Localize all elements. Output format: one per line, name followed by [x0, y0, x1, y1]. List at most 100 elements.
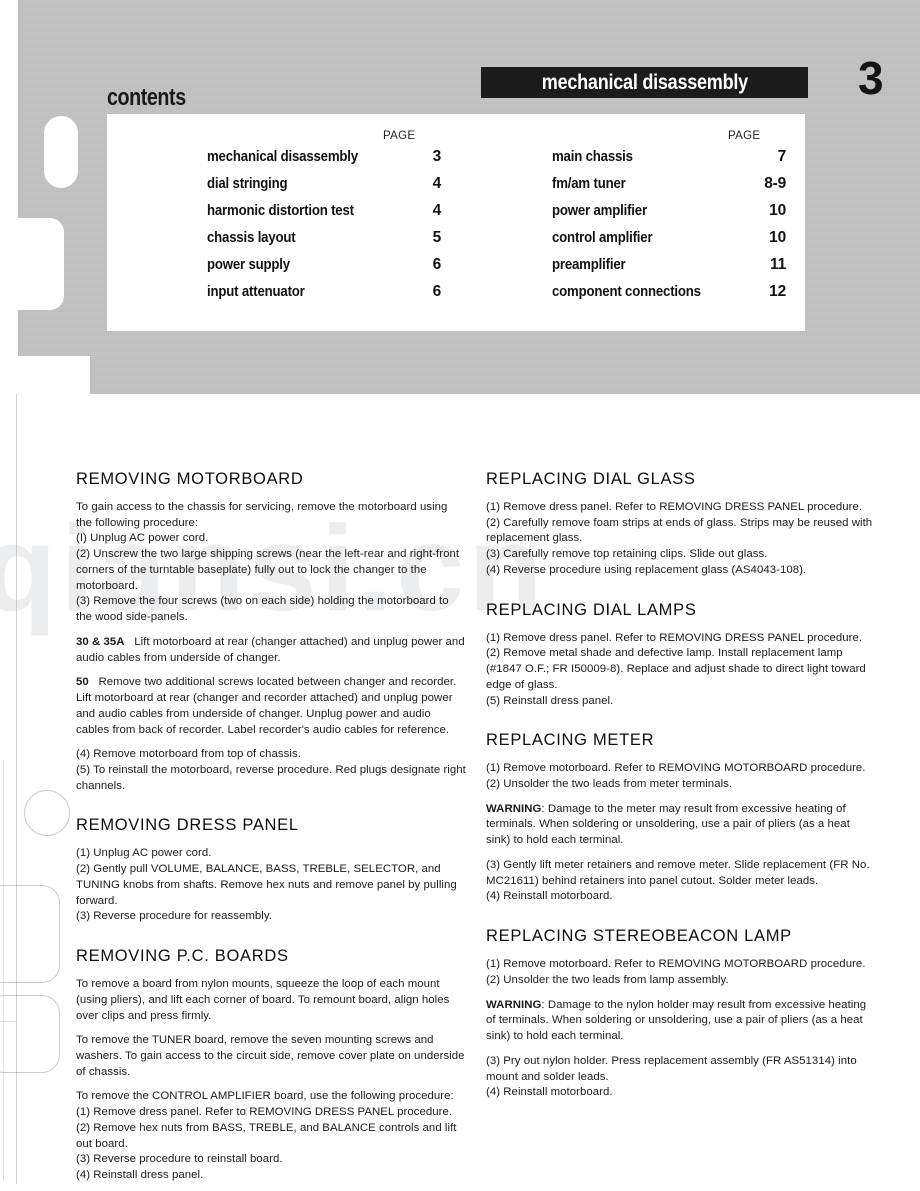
- paragraph: (4) Reinstall motorboard.: [486, 890, 613, 903]
- toc-entry-page: 7: [777, 148, 787, 165]
- toc-row[interactable]: power supply 6: [207, 256, 460, 283]
- toc-row[interactable]: control amplifier 10: [552, 229, 805, 256]
- toc-entry-page: 4: [432, 202, 442, 219]
- warning-label: WARNING: [486, 802, 542, 815]
- paragraph: (2) Unsolder the two leads from lamp ass…: [486, 973, 729, 986]
- model-label: 50: [76, 676, 89, 689]
- paragraph: (3) Gently lift meter retainers and remo…: [486, 858, 870, 887]
- model-text: Lift motorboard at rear (changer attache…: [76, 635, 465, 664]
- paragraph-model-50: 50 Remove two additional screws located …: [76, 675, 466, 738]
- section-heading-replacing-stereobeacon-lamp: REPLACING STEREOBEACON LAMP: [486, 927, 792, 946]
- toc-entry-label: power supply: [207, 256, 290, 273]
- toc-entry-page: 12: [769, 283, 786, 300]
- binding-hole-top: [44, 116, 78, 188]
- paragraph: (4) Reverse procedure using replacement …: [486, 563, 807, 576]
- toc-entry-label: fm/am tuner: [552, 175, 626, 192]
- section-heading-removing-motorboard: REMOVING MOTORBOARD: [76, 470, 304, 488]
- toc-entry-label: control amplifier: [552, 229, 653, 246]
- toc-entry-label: power amplifier: [552, 202, 647, 219]
- paragraph: (1) Remove dress panel. Refer to REMOVIN…: [76, 1106, 453, 1119]
- paragraph: (2) Remove hex nuts from BASS, TREBLE, a…: [76, 1121, 457, 1150]
- toc-row[interactable]: component connections 12: [552, 283, 805, 310]
- table-of-contents: PAGE mechanical disassembly 3 dial strin…: [107, 114, 805, 331]
- toc-column-right: PAGE main chassis 7 fm/am tuner 8-9 powe…: [460, 114, 805, 331]
- toc-row[interactable]: input attenuator 6: [207, 283, 460, 310]
- paragraph: (1) Remove dress panel. Refer to REMOVIN…: [486, 500, 863, 513]
- toc-column-left: PAGE mechanical disassembly 3 dial strin…: [107, 114, 460, 331]
- toc-entry-page: 6: [432, 256, 442, 273]
- toc-entry-page: 8-9: [764, 175, 786, 192]
- toc-entry-page: 10: [769, 202, 786, 219]
- paragraph: (3) Carefully remove top retaining clips…: [486, 548, 768, 561]
- body-column-left: REMOVING MOTORBOARD To gain access to th…: [76, 470, 466, 1184]
- toc-row[interactable]: dial stringing 4: [207, 175, 460, 202]
- paragraph-warning-meter: WARNING: Damage to the meter may result …: [486, 802, 876, 849]
- body-column-right: REPLACING DIAL GLASS (1) Remove dress pa…: [486, 470, 876, 1110]
- model-label: 30 & 35A: [76, 635, 125, 648]
- paragraph: (3) Reverse procedure to reinstall board…: [76, 1153, 283, 1166]
- section-heading-replacing-dial-glass: REPLACING DIAL GLASS: [486, 470, 696, 488]
- toc-entry-page: 3: [432, 148, 442, 165]
- chapter-number: 3: [858, 52, 884, 104]
- toc-entry-label: preamplifier: [552, 256, 626, 273]
- toc-row[interactable]: fm/am tuner 8-9: [552, 175, 805, 202]
- paragraph-warning-lamp: WARNING: Damage to the nylon holder may …: [486, 998, 876, 1045]
- toc-entry-page: 10: [769, 229, 786, 246]
- paragraph: (4) Reinstall dress panel.: [76, 1169, 204, 1182]
- ghost-binding-slot-upper: [0, 885, 60, 983]
- paragraph: To remove the CONTROL AMPLIFIER board, u…: [76, 1090, 454, 1103]
- paragraph: (3) Remove the four screws (two on each …: [76, 595, 449, 624]
- paragraph: (1) Remove motorboard. Refer to REMOVING…: [486, 958, 866, 971]
- paragraph: (2) Gently pull VOLUME, BALANCE, BASS, T…: [76, 863, 457, 907]
- warning-text: : Damage to the meter may result from ex…: [486, 802, 850, 847]
- paragraph: To gain access to the chassis for servic…: [76, 500, 448, 529]
- toc-row[interactable]: preamplifier 11: [552, 256, 805, 283]
- paragraph: (4) Reinstall motorboard.: [486, 1086, 613, 1099]
- toc-entry-page: 11: [770, 256, 786, 273]
- paragraph-model-30-35a: 30 & 35A Lift motorboard at rear (change…: [76, 635, 466, 666]
- paragraph: (3) Pry out nylon holder. Press replacem…: [486, 1054, 857, 1083]
- paragraph: (5) Reinstall dress panel.: [486, 694, 614, 707]
- toc-entry-page: 4: [432, 175, 442, 192]
- chapter-banner-text: mechanical disassembly: [541, 70, 748, 94]
- warning-text: : Damage to the nylon holder may result …: [486, 998, 867, 1043]
- toc-row[interactable]: chassis layout 5: [207, 229, 460, 256]
- paragraph: (4) Remove motorboard from top of chassi…: [76, 748, 301, 761]
- contents-title: contents: [107, 84, 186, 111]
- toc-entry-label: harmonic distortion test: [207, 202, 354, 219]
- toc-entry-label: chassis layout: [207, 229, 296, 246]
- toc-entry-label: input attenuator: [207, 283, 305, 300]
- toc-entry-page: 6: [432, 283, 442, 300]
- chapter-banner: mechanical disassembly: [481, 67, 808, 98]
- section-heading-replacing-dial-lamps: REPLACING DIAL LAMPS: [486, 600, 697, 619]
- paragraph: (2) Carefully remove foam strips at ends…: [486, 516, 873, 545]
- ghost-binding-slot-lower: [0, 995, 60, 1073]
- toc-entry-label: dial stringing: [207, 175, 288, 192]
- paragraph: To remove a board from nylon mounts, squ…: [76, 978, 450, 1022]
- page-sheet: contents mechanical disassembly 3 PAGE m…: [0, 0, 920, 1191]
- toc-row[interactable]: harmonic distortion test 4: [207, 202, 460, 229]
- toc-row[interactable]: mechanical disassembly 3: [207, 148, 460, 175]
- ghost-binding-circle: [24, 790, 70, 836]
- paragraph: (2) Unsolder the two leads from meter te…: [486, 777, 733, 790]
- section-heading-removing-dress-panel: REMOVING DRESS PANEL: [76, 816, 299, 835]
- paragraph: (I) Unplug AC power cord.: [76, 532, 209, 545]
- toc-row[interactable]: main chassis 7: [552, 148, 805, 175]
- warning-label: WARNING: [486, 998, 542, 1011]
- model-text: Remove two additional screws located bet…: [76, 676, 457, 736]
- band-notch-middle: [18, 218, 64, 310]
- toc-entry-label: main chassis: [552, 148, 633, 165]
- paragraph: (3) Reverse procedure for reassembly.: [76, 910, 272, 923]
- toc-entry-label: mechanical disassembly: [207, 148, 358, 165]
- toc-entry-label: component connections: [552, 283, 701, 300]
- paragraph: (5) To reinstall the motorboard, reverse…: [76, 763, 466, 792]
- paragraph: (2) Unscrew the two large shipping screw…: [76, 548, 460, 592]
- toc-row[interactable]: power amplifier 10: [552, 202, 805, 229]
- band-notch-lower: [18, 356, 90, 394]
- section-heading-replacing-meter: REPLACING METER: [486, 731, 655, 750]
- paragraph: (1) Remove dress panel. Refer to REMOVIN…: [486, 631, 863, 644]
- section-heading-removing-pc-boards: REMOVING P.C. BOARDS: [76, 947, 289, 966]
- paragraph: (1) Unplug AC power cord.: [76, 847, 212, 860]
- toc-page-header-left: PAGE: [383, 130, 416, 142]
- paragraph: (2) Remove metal shade and defective lam…: [486, 647, 866, 691]
